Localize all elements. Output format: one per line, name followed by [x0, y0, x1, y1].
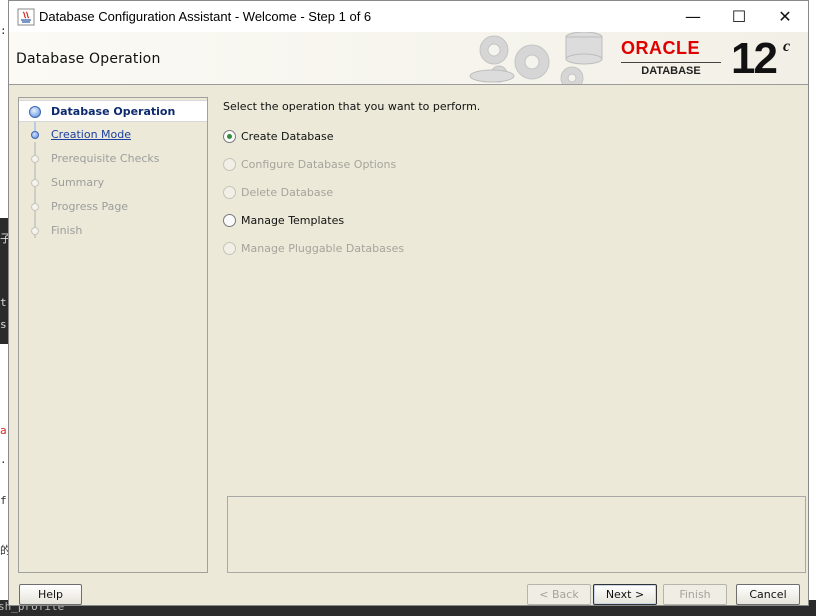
- step-label: Prerequisite Checks: [51, 152, 160, 165]
- radio-button-selected[interactable]: [223, 129, 236, 143]
- gears-decoration-icon: [469, 32, 603, 84]
- java-app-icon: [17, 8, 35, 26]
- step-database-operation: Database Operation: [19, 100, 207, 122]
- next-button-label: Next >: [605, 588, 645, 601]
- header-banner: Database Operation ORACLE DATABASE 12 c: [9, 32, 808, 85]
- title-bar[interactable]: Database Configuration Assistant - Welco…: [9, 1, 808, 32]
- details-panel: [227, 496, 806, 573]
- back-button-label: < Back: [539, 588, 579, 601]
- version-number: 12: [731, 34, 778, 83]
- step-node-icon: [31, 227, 39, 235]
- option-label: Delete Database: [241, 185, 334, 199]
- option-label[interactable]: Create Database: [241, 130, 334, 143]
- dbca-window: Database Configuration Assistant - Welco…: [8, 0, 809, 606]
- option-delete-database: Delete Database: [223, 183, 333, 201]
- radio-button[interactable]: [223, 213, 236, 227]
- option-configure-database-options: Configure Database Options: [223, 155, 396, 173]
- finish-button-label: Finish: [679, 588, 711, 601]
- maximize-icon: ☐: [731, 7, 747, 26]
- option-label: Configure Database Options: [241, 157, 397, 171]
- step-creation-mode[interactable]: Creation Mode: [19, 124, 207, 146]
- background-char: t: [0, 296, 7, 309]
- next-button[interactable]: Next >: [593, 584, 657, 605]
- main-content: Select the operation that you want to pe…: [217, 97, 807, 573]
- cancel-button-label: Cancel: [749, 588, 787, 601]
- maximize-button[interactable]: ☐: [716, 1, 762, 32]
- step-label: Summary: [51, 176, 105, 189]
- instruction-text: Select the operation that you want to pe…: [223, 100, 481, 113]
- window-title: Database Configuration Assistant - Welco…: [39, 9, 372, 24]
- radio-button-disabled: [223, 185, 236, 199]
- step-label: Progress Page: [51, 200, 129, 213]
- page-title: Database Operation: [16, 51, 161, 67]
- background-char: ·: [0, 456, 7, 469]
- oracle-database-label: DATABASE: [621, 62, 721, 77]
- back-button: < Back: [527, 584, 591, 605]
- steps-panel: Database Operation Creation Mode Prerequ…: [18, 97, 208, 573]
- step-label: Database Operation: [51, 105, 176, 118]
- radio-button-disabled: [223, 157, 236, 171]
- step-current-icon: [29, 106, 41, 118]
- step-label[interactable]: Creation Mode: [51, 128, 131, 141]
- close-icon: ✕: [778, 7, 792, 26]
- cancel-button[interactable]: Cancel: [736, 584, 800, 605]
- version-suffix: c: [783, 38, 791, 55]
- background-char: f: [0, 494, 7, 507]
- step-finish: Finish: [19, 220, 207, 242]
- step-summary: Summary: [19, 172, 207, 194]
- step-node-icon: [31, 179, 39, 187]
- close-button[interactable]: ✕: [762, 1, 808, 32]
- step-label: Finish: [51, 224, 83, 237]
- minimize-button[interactable]: —: [670, 1, 716, 32]
- background-char: :: [0, 24, 7, 37]
- step-node-icon: [31, 203, 39, 211]
- option-create-database[interactable]: Create Database: [223, 127, 334, 145]
- step-prerequisite-checks: Prerequisite Checks: [19, 148, 207, 170]
- option-label: Manage Pluggable Databases: [241, 241, 405, 255]
- option-manage-pluggable-databases: Manage Pluggable Databases: [223, 239, 404, 257]
- help-button[interactable]: Help: [19, 584, 82, 605]
- help-button-label: Help: [37, 588, 64, 601]
- option-manage-templates[interactable]: Manage Templates: [223, 211, 344, 229]
- finish-button: Finish: [663, 584, 727, 605]
- option-label[interactable]: Manage Templates: [241, 214, 344, 227]
- step-node-icon: [31, 155, 39, 163]
- minimize-icon: —: [685, 7, 701, 26]
- background-char: s: [0, 318, 7, 331]
- radio-button-disabled: [223, 241, 236, 255]
- oracle-logo: ORACLE: [621, 38, 700, 58]
- background-char: a: [0, 424, 7, 437]
- step-progress-page: Progress Page: [19, 196, 207, 218]
- step-node-icon: [31, 131, 39, 139]
